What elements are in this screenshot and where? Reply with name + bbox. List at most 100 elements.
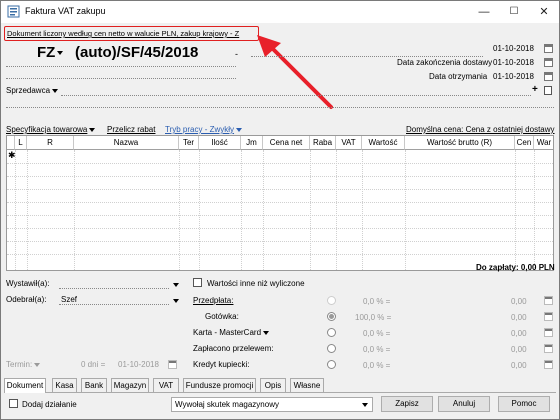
received-by-dropdown[interactable] bbox=[173, 299, 179, 303]
seller-line2 bbox=[6, 107, 554, 108]
column-header[interactable]: Ter bbox=[179, 136, 199, 150]
tab-cash[interactable]: Kasa bbox=[52, 378, 77, 392]
transfer-amount: 0,00 bbox=[511, 345, 527, 354]
received-by-value[interactable]: Szef bbox=[61, 295, 77, 304]
issue-date[interactable]: 01-10-2018 bbox=[493, 44, 534, 53]
issued-by-label: Wystawił(a): bbox=[6, 279, 50, 288]
column-header[interactable]: VAT bbox=[336, 136, 362, 150]
calculator-icon bbox=[544, 328, 553, 337]
received-date-label: Data otrzymania bbox=[429, 72, 488, 81]
calendar-icon bbox=[168, 360, 177, 369]
prepayment-radio bbox=[327, 296, 336, 305]
term-dropdown: Termin: bbox=[6, 360, 41, 369]
column-header[interactable]: War bbox=[534, 136, 553, 150]
spec-dropdown[interactable]: Specyfikacja towarowa bbox=[6, 125, 96, 134]
tab-promo-funds[interactable]: Fundusze promocji bbox=[183, 378, 256, 392]
maximize-button[interactable]: ☐ bbox=[499, 1, 529, 23]
invoice-window: Faktura VAT zakupu — ☐ ✕ Dokument liczon… bbox=[0, 0, 560, 420]
column-header[interactable]: Jm bbox=[241, 136, 263, 150]
prepayment-link[interactable]: Przedpłata: bbox=[193, 296, 233, 305]
calendar-icon[interactable] bbox=[544, 44, 553, 53]
term-date: 01-10-2018 bbox=[118, 360, 159, 369]
warehouse-effect-select[interactable]: Wywołaj skutek magazynowy bbox=[171, 397, 373, 412]
calculator-icon bbox=[544, 312, 553, 321]
column-header[interactable]: L bbox=[15, 136, 27, 150]
credit-radio[interactable] bbox=[327, 360, 336, 369]
window-title: Faktura VAT zakupu bbox=[25, 6, 106, 16]
date1-line bbox=[251, 56, 483, 57]
title-bar: Faktura VAT zakupu — ☐ ✕ bbox=[1, 1, 559, 23]
default-price-link[interactable]: Domyślna cena: Cena z ostatniej dostawy bbox=[406, 125, 555, 134]
card-radio[interactable] bbox=[327, 328, 336, 337]
document-type[interactable]: FZ bbox=[37, 44, 64, 61]
prepayment-amount: 0,00 bbox=[511, 297, 527, 306]
field-line bbox=[6, 78, 236, 79]
column-header[interactable]: Raba bbox=[310, 136, 336, 150]
seller-dropdown[interactable]: Sprzedawca bbox=[6, 86, 59, 95]
card-pct: 0,0 % = bbox=[363, 329, 391, 338]
other-values-checkbox[interactable] bbox=[193, 278, 202, 287]
received-by-line bbox=[59, 304, 169, 305]
cash-radio[interactable] bbox=[327, 312, 336, 321]
issued-by-line[interactable] bbox=[59, 288, 169, 289]
calculator-icon bbox=[544, 344, 553, 353]
calculation-notice-link[interactable]: Dokument liczony według cen netto w walu… bbox=[7, 29, 239, 38]
app-icon bbox=[7, 5, 20, 18]
total-to-pay: Do zapłaty: 0,00 PLN bbox=[476, 263, 555, 272]
received-date[interactable]: 01-10-2018 bbox=[493, 72, 534, 81]
seller-line bbox=[61, 95, 531, 96]
close-button[interactable]: ✕ bbox=[529, 1, 559, 23]
work-mode-dropdown[interactable]: Tryb pracy - Zwykły bbox=[165, 125, 243, 134]
help-button[interactable]: Pomoc bbox=[498, 396, 550, 412]
add-seller-icon[interactable]: + bbox=[532, 84, 538, 95]
tab-warehouse[interactable]: Magazyn bbox=[111, 378, 149, 392]
tab-vat[interactable]: VAT bbox=[153, 378, 179, 392]
column-header[interactable]: Wartość bbox=[362, 136, 405, 150]
other-values-label: Wartości inne niż wyliczone bbox=[207, 279, 305, 288]
save-button[interactable]: Zapisz bbox=[381, 396, 433, 412]
delivery-end-label: Data zakończenia dostawy bbox=[397, 58, 493, 67]
document-number[interactable]: (auto)/SF/45/2018 bbox=[75, 44, 198, 61]
card-dropdown[interactable]: Karta - MasterCard bbox=[193, 328, 270, 337]
received-by-label: Odebrał(a): bbox=[6, 295, 47, 304]
term-days: 0 dni = bbox=[81, 360, 106, 369]
prepayment-pct: 0,0 % = bbox=[363, 297, 391, 306]
transfer-pct: 0,0 % = bbox=[363, 345, 391, 354]
delivery-end-date[interactable]: 01-10-2018 bbox=[493, 58, 534, 67]
issued-by-dropdown[interactable] bbox=[173, 283, 179, 287]
add-action-label: Dodaj działanie bbox=[22, 400, 77, 409]
number-separator: - bbox=[235, 49, 238, 59]
calendar-icon[interactable] bbox=[544, 72, 553, 81]
recalc-discount-link[interactable]: Przelicz rabat bbox=[107, 125, 155, 134]
column-header[interactable]: Cena net bbox=[263, 136, 310, 150]
tab-custom[interactable]: Własne bbox=[290, 378, 324, 392]
tab-description[interactable]: Opis bbox=[260, 378, 286, 392]
card-amount: 0,00 bbox=[511, 329, 527, 338]
cash-label: Gotówka: bbox=[205, 312, 239, 321]
calculator-icon bbox=[544, 296, 553, 305]
column-header[interactable]: R bbox=[27, 136, 74, 150]
row-indicator-header bbox=[7, 136, 15, 150]
credit-pct: 0,0 % = bbox=[363, 361, 391, 370]
column-header[interactable]: Ilość bbox=[199, 136, 241, 150]
cash-pct: 100,0 % = bbox=[355, 313, 392, 322]
seller-card-icon[interactable] bbox=[544, 86, 552, 95]
tab-bank[interactable]: Bank bbox=[81, 378, 107, 392]
credit-label: Kredyt kupiecki: bbox=[193, 360, 250, 369]
minimize-button[interactable]: — bbox=[469, 1, 499, 23]
field-line bbox=[6, 66, 236, 67]
calendar-icon[interactable] bbox=[544, 58, 553, 67]
transfer-label: Zapłacono przelewem: bbox=[193, 344, 274, 353]
items-grid[interactable]: L R Nazwa Ter Ilość Jm Cena net Raba VAT… bbox=[6, 135, 554, 271]
tab-document[interactable]: Dokument bbox=[4, 378, 46, 393]
transfer-radio[interactable] bbox=[327, 344, 336, 353]
calculator-icon bbox=[544, 360, 553, 369]
cancel-button[interactable]: Anuluj bbox=[438, 396, 490, 412]
tab-strip: Dokument Kasa Bank Magazyn VAT Fundusze … bbox=[4, 378, 556, 393]
cash-amount: 0,00 bbox=[511, 313, 527, 322]
column-header[interactable]: Cen bbox=[515, 136, 534, 150]
credit-amount: 0,00 bbox=[511, 361, 527, 370]
column-header[interactable]: Nazwa bbox=[74, 136, 179, 150]
add-action-checkbox[interactable] bbox=[9, 399, 18, 408]
column-header[interactable]: Wartość brutto (R) bbox=[405, 136, 515, 150]
